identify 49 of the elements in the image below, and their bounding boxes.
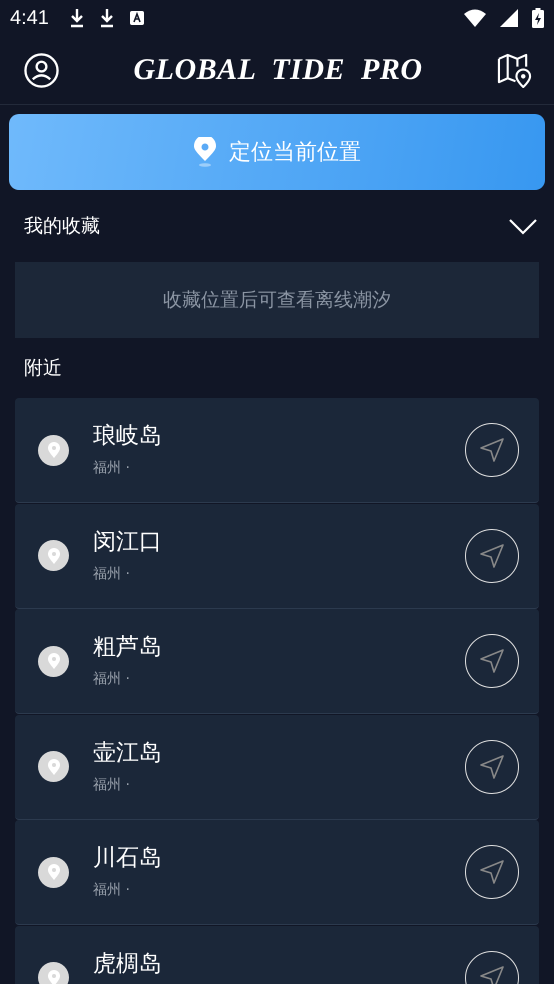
pin-icon (38, 856, 69, 888)
location-name: 壶江岛 (93, 738, 163, 768)
location-name: 川石岛 (93, 844, 163, 873)
pin-icon (38, 751, 69, 782)
location-region: 福州 · (93, 776, 131, 794)
battery-icon (532, 8, 544, 28)
navigate-button[interactable] (465, 634, 519, 688)
location-name: 粗芦岛 (93, 633, 163, 662)
navigate-button[interactable] (465, 528, 519, 582)
empty-favorites-message: 收藏位置后可查看离线潮汐 (15, 262, 539, 338)
section-title: 附近 (24, 356, 62, 381)
signal-icon (500, 9, 518, 27)
navigation-arrow-icon (479, 964, 505, 984)
map-pin-icon[interactable] (497, 52, 532, 88)
navigation-arrow-icon (479, 859, 505, 885)
notification-icon (128, 10, 145, 26)
download-icon (98, 8, 115, 28)
location-name: 琅岐岛 (93, 422, 163, 451)
location-row[interactable]: 琅岐岛 福州 · (15, 398, 539, 503)
location-name: 闵江口 (93, 528, 163, 556)
navigate-button[interactable] (465, 845, 519, 899)
location-pin-icon (193, 137, 217, 167)
location-region: 福州 · (93, 459, 131, 477)
location-region: 福州 · (93, 564, 131, 582)
download-icon (68, 8, 85, 28)
chevron-icon[interactable] (508, 217, 538, 235)
location-name: 虎椆岛 (93, 950, 163, 978)
location-row[interactable]: 虎椆岛 (15, 926, 539, 984)
navigate-button[interactable] (465, 423, 519, 477)
app-title: GLOBAL TIDE PRO (133, 53, 423, 87)
pin-icon (38, 434, 69, 466)
pin-icon (38, 540, 69, 571)
location-row[interactable]: 壶江岛 福州 · (15, 714, 539, 820)
navigate-button[interactable] (465, 740, 519, 794)
navigation-arrow-icon (479, 437, 505, 463)
location-region: 福州 · (93, 881, 131, 899)
location-row[interactable]: 粗芦岛 福州 · (15, 609, 539, 714)
pin-icon (38, 646, 69, 676)
location-row[interactable]: 闵江口 福州 · (15, 504, 539, 608)
status-time: 4:41 (10, 6, 49, 30)
section-title: 我的收藏 (24, 214, 100, 239)
profile-icon[interactable] (24, 52, 59, 88)
navigation-arrow-icon (479, 542, 505, 568)
location-row[interactable]: 川石岛 福州 · (15, 820, 539, 925)
wifi-icon (464, 9, 486, 27)
pin-icon (38, 962, 69, 984)
navigation-arrow-icon (479, 648, 505, 674)
location-region: 福州 · (93, 670, 131, 688)
navigation-arrow-icon (479, 754, 505, 780)
